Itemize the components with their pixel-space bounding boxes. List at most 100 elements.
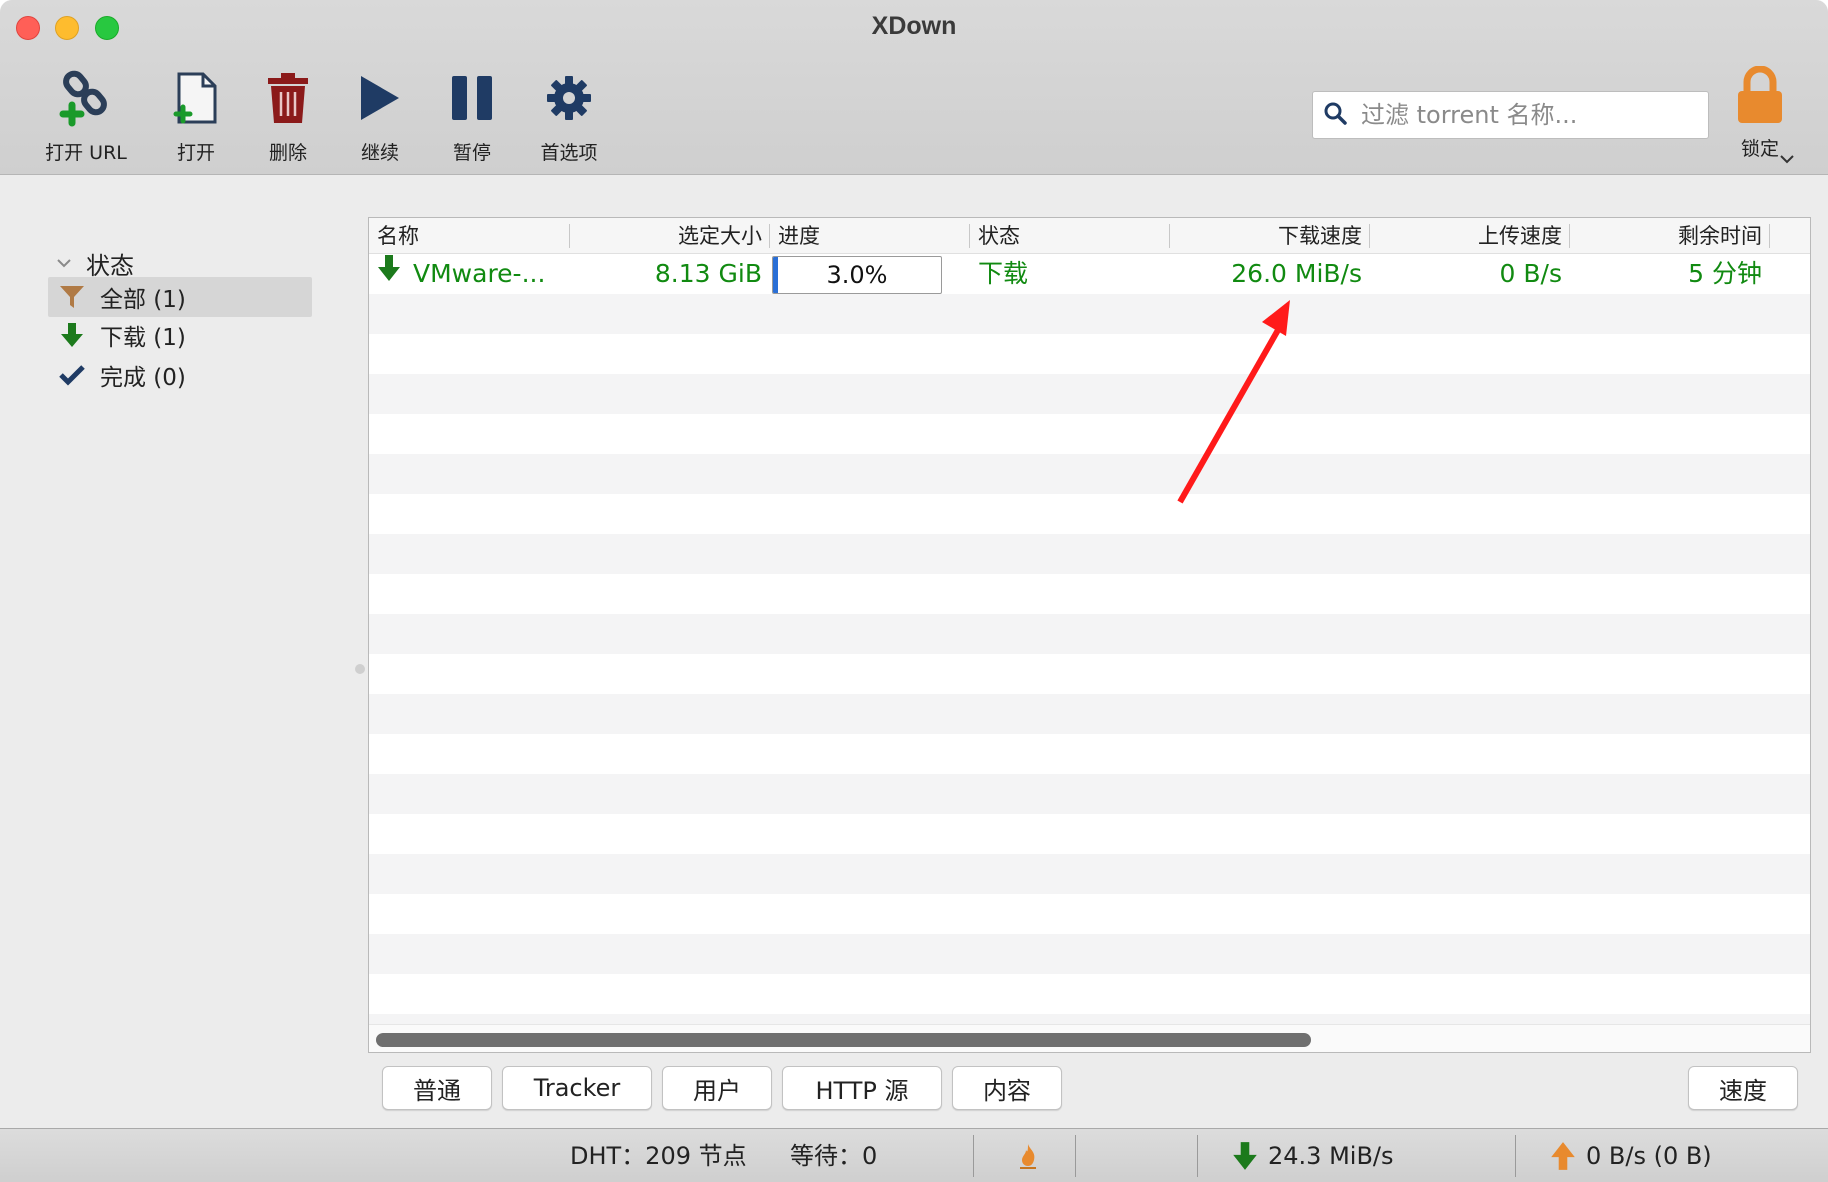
search-box[interactable] [1312, 91, 1709, 139]
checkmark-icon [58, 364, 86, 386]
table-stripe [369, 654, 1810, 694]
sidebar-item-completed[interactable]: 完成 (0) [48, 355, 312, 395]
open-button[interactable]: 打开 [166, 66, 226, 165]
cell-remaining-time: 5 分钟 [1688, 259, 1762, 288]
download-arrow-icon [377, 254, 401, 294]
table-stripe [369, 334, 1810, 374]
progress-text: 3.0% [826, 261, 888, 289]
filter-torrent-input[interactable] [1361, 101, 1691, 129]
table-stripe [369, 694, 1810, 734]
pause-button[interactable]: 暂停 [442, 66, 502, 165]
sidebar-section-label: 状态 [86, 252, 134, 280]
open-url-button[interactable]: 打开 URL [40, 66, 132, 165]
tab-content[interactable]: 内容 [952, 1066, 1062, 1110]
column-header-remaining-time[interactable]: 剩余时间 [1570, 218, 1770, 254]
search-icon [1323, 101, 1347, 129]
title-toolbar: XDown 打开 URL 打开 删除 继续 暂停 首选项 过滤 torrent … [0, 0, 1828, 175]
lock-button[interactable]: 锁定 [1720, 66, 1800, 161]
preferences-label: 首选项 [540, 142, 598, 164]
table-stripe [369, 534, 1810, 574]
download-rate-text: 24.3 MiB/s [1268, 1142, 1394, 1170]
preferences-button[interactable]: 首选项 [532, 66, 606, 165]
lock-icon [1720, 66, 1800, 124]
table-stripe [369, 854, 1810, 894]
chevron-down-icon[interactable] [56, 254, 72, 273]
cell-size: 8.13 GiB [654, 259, 762, 288]
table-stripe [369, 774, 1810, 814]
status-sidebar: 状态 全部 (1) 下载 (1) 完成 (0) [0, 176, 355, 1126]
torrent-table: 名称 选定大小 进度 状态 下载速度 上传速度 剩余时间 VMware-... … [368, 217, 1811, 1053]
status-divider [1197, 1135, 1198, 1177]
pause-icon [442, 66, 502, 130]
resume-label: 继续 [360, 142, 399, 164]
tab-general[interactable]: 普通 [382, 1066, 492, 1110]
splitter-handle[interactable] [355, 664, 365, 674]
sidebar-item-downloading[interactable]: 下载 (1) [48, 315, 312, 355]
global-upload-rate[interactable]: 0 B/s (0 B) [1550, 1129, 1712, 1182]
download-arrow-icon [58, 322, 86, 348]
sidebar-item-label: 完成 (0) [100, 365, 186, 391]
open-url-label: 打开 URL [45, 142, 127, 164]
delete-label: 删除 [268, 142, 307, 164]
status-divider [1075, 1135, 1076, 1177]
filter-icon [58, 284, 86, 310]
window-title: XDown [871, 12, 957, 40]
global-download-rate[interactable]: 24.3 MiB/s [1232, 1129, 1394, 1182]
upload-arrow-icon [1551, 1142, 1575, 1170]
table-header: 名称 选定大小 进度 状态 下载速度 上传速度 剩余时间 [369, 218, 1810, 254]
horizontal-scrollbar[interactable] [369, 1024, 1810, 1052]
chevron-down-icon[interactable] [1779, 150, 1795, 169]
cell-download-speed: 26.0 MiB/s [1231, 259, 1362, 288]
status-divider [1515, 1135, 1516, 1177]
table-stripe [369, 934, 1810, 974]
sidebar-item-label: 全部 (1) [100, 287, 186, 313]
table-stripe [369, 974, 1810, 1014]
tab-peers[interactable]: 用户 [662, 1066, 772, 1110]
status-bar: DHT：209 节点 等待：0 24.3 MiB/s 0 B/s (0 B) [0, 1128, 1828, 1182]
column-header-size[interactable]: 选定大小 [570, 218, 770, 254]
download-arrow-icon [1233, 1142, 1257, 1170]
delete-button[interactable]: 删除 [258, 66, 318, 165]
status-divider [973, 1135, 974, 1177]
table-stripe [369, 574, 1810, 614]
dht-node-count: DHT：209 节点 [570, 1142, 747, 1170]
table-stripe [369, 494, 1810, 534]
table-stripe [369, 894, 1810, 934]
tab-tracker[interactable]: Tracker [502, 1066, 652, 1110]
tab-speed[interactable]: 速度 [1688, 1066, 1798, 1110]
upload-rate-text: 0 B/s (0 B) [1586, 1142, 1712, 1170]
scrollbar-thumb[interactable] [376, 1033, 1311, 1047]
table-stripe [369, 374, 1810, 414]
column-header-progress[interactable]: 进度 [770, 218, 970, 254]
tab-http-sources[interactable]: HTTP 源 [782, 1066, 942, 1110]
add-file-icon [166, 66, 226, 130]
resume-button[interactable]: 继续 [350, 66, 410, 165]
column-header-upload-speed[interactable]: 上传速度 [1370, 218, 1570, 254]
column-header-download-speed[interactable]: 下载速度 [1170, 218, 1370, 254]
cell-name: VMware-... [369, 254, 570, 294]
table-stripe [369, 614, 1810, 654]
table-body: VMware-... 8.13 GiB 3.0% 下载 26.0 MiB/s 0… [369, 254, 1810, 1044]
gear-icon [532, 66, 606, 130]
flame-icon[interactable] [1016, 1129, 1050, 1182]
column-header-name[interactable]: 名称 [369, 218, 570, 254]
open-label: 打开 [176, 142, 215, 164]
sidebar-section-status[interactable]: 状态 [56, 246, 134, 281]
table-stripe [369, 734, 1810, 774]
cell-status: 下载 [978, 259, 1029, 288]
app-window: XDown 打开 URL 打开 删除 继续 暂停 首选项 过滤 torrent … [0, 0, 1828, 1182]
waiting-count: 等待：0 [790, 1142, 878, 1170]
sidebar-item-all[interactable]: 全部 (1) [48, 277, 312, 317]
trash-icon [258, 66, 318, 130]
play-icon [350, 66, 410, 130]
pause-label: 暂停 [452, 142, 491, 164]
progress-bar: 3.0% [772, 256, 942, 294]
column-header-status[interactable]: 状态 [970, 218, 1170, 254]
table-stripe [369, 414, 1810, 454]
table-stripe [369, 814, 1810, 854]
sidebar-item-label: 下载 (1) [100, 325, 186, 351]
table-stripe [369, 454, 1810, 494]
cell-upload-speed: 0 B/s [1499, 259, 1562, 288]
link-add-icon [40, 66, 132, 130]
table-row[interactable]: VMware-... 8.13 GiB 3.0% 下载 26.0 MiB/s 0… [369, 254, 1810, 294]
